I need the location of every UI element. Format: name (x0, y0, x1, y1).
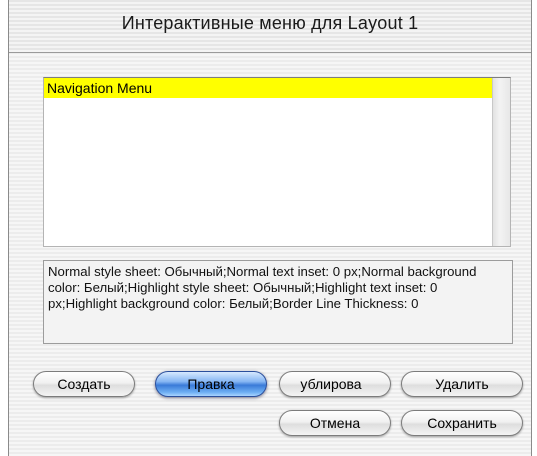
delete-button[interactable]: Удалить (401, 371, 523, 397)
menu-list[interactable]: Navigation Menu (43, 77, 511, 247)
list-item-label: Navigation Menu (47, 80, 153, 96)
delete-button-label: Удалить (435, 376, 489, 392)
cancel-button-label: Отмена (309, 415, 361, 431)
title-bar[interactable]: Интерактивные меню для Layout 1 (9, 0, 531, 53)
list-item[interactable]: Navigation Menu (44, 78, 495, 98)
menu-properties-value: Normal style sheet: Обычный;Normal text … (48, 264, 477, 311)
menu-properties-text: Normal style sheet: Обычный;Normal text … (43, 260, 513, 344)
edit-button-label: Правка (187, 376, 235, 392)
window-title: Интерактивные меню для Layout 1 (121, 13, 419, 33)
scrollbar[interactable] (492, 78, 510, 246)
cancel-button[interactable]: Отмена (279, 410, 391, 436)
save-button-label: Сохранить (427, 415, 497, 431)
create-button[interactable]: Создать (33, 371, 135, 397)
create-button-label: Создать (57, 376, 111, 392)
duplicate-button-label: ублирова (300, 376, 362, 392)
duplicate-button[interactable]: ублирова (279, 371, 391, 397)
dialog-window: Интерактивные меню для Layout 1 Navigati… (8, 0, 532, 456)
save-button[interactable]: Сохранить (401, 410, 523, 436)
edit-button[interactable]: Правка (155, 371, 267, 397)
